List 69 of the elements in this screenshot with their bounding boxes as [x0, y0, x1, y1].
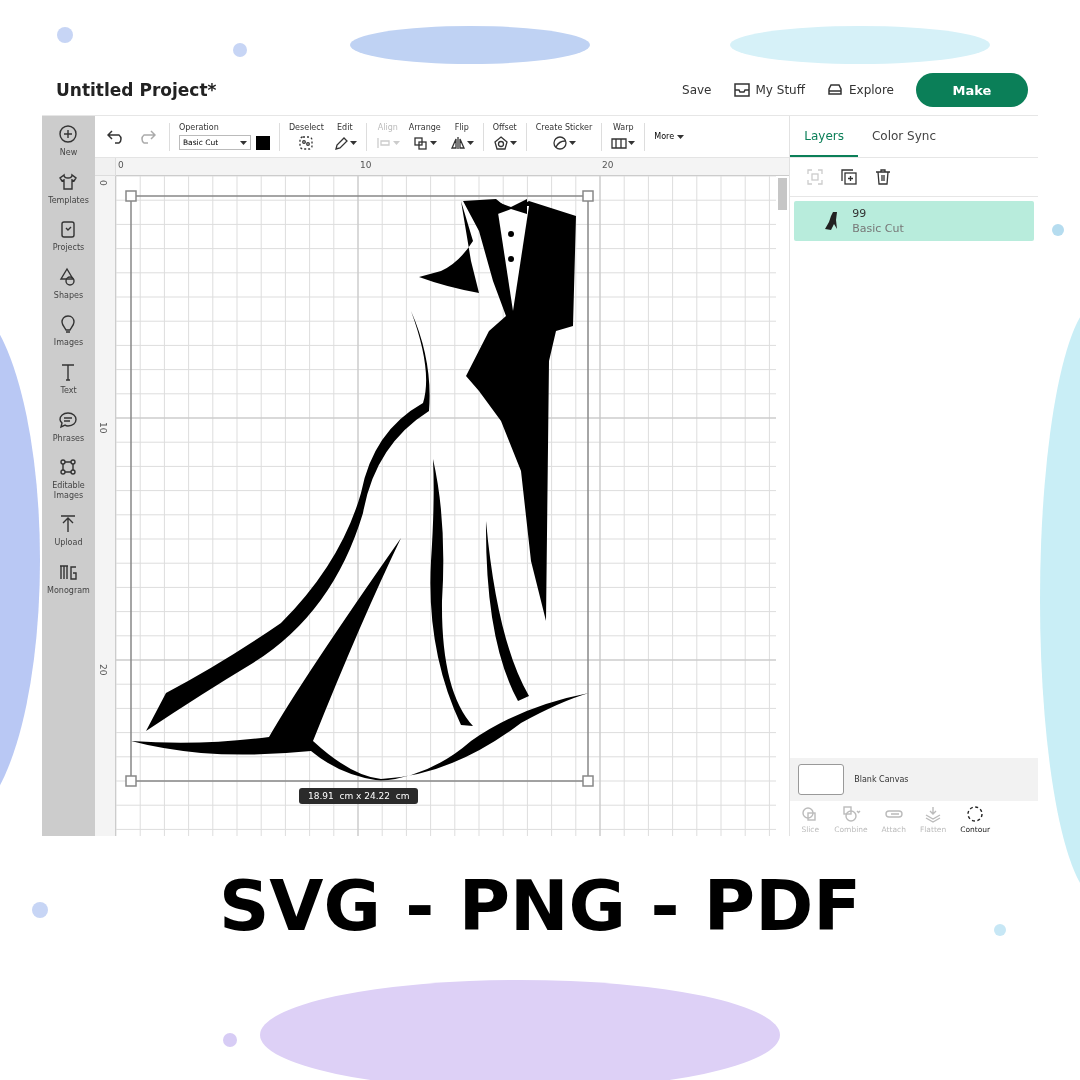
- sidebar-item[interactable]: Text: [42, 361, 95, 396]
- bubble-dot: [32, 902, 48, 918]
- duplicate-icon[interactable]: [840, 168, 859, 186]
- bubble-dot: [223, 1033, 237, 1047]
- caret-icon: [349, 141, 357, 145]
- caret-icon: [677, 135, 685, 139]
- undo-icon[interactable]: [106, 129, 125, 144]
- bubble-dot: [57, 27, 73, 43]
- bubble-dot: [994, 924, 1006, 936]
- sidebar-item[interactable]: Templates: [42, 171, 95, 206]
- project-title: Untitled Project*: [56, 80, 217, 100]
- inbox-icon: [733, 83, 750, 97]
- bubble-dot: [233, 43, 247, 57]
- header-link[interactable]: My Stuff: [733, 83, 805, 97]
- toolbar-button[interactable]: Offset: [492, 123, 517, 150]
- caret-icon: [239, 140, 247, 145]
- toolbar-button[interactable]: Arrange: [408, 123, 441, 150]
- toolbar-button[interactable]: Warp: [611, 123, 636, 150]
- toolbar-button[interactable]: Flip: [449, 123, 474, 150]
- header-link[interactable]: Explore: [826, 83, 894, 97]
- layer-name: 99: [852, 207, 868, 220]
- sidebar-item[interactable]: Shapes: [42, 266, 95, 301]
- caret-icon: [392, 141, 400, 145]
- shirt-icon: [58, 171, 79, 192]
- bubble-icon: [58, 409, 79, 430]
- blank-canvas-thumbnail[interactable]: [798, 764, 845, 795]
- vertical-ruler: 0 10 20: [94, 176, 116, 836]
- blank-canvas-label: Blank Canvas: [854, 775, 909, 784]
- dimensions-tooltip: 18.91 cm x 24.22 cm: [298, 788, 419, 804]
- sidebar-item[interactable]: Upload: [42, 514, 95, 548]
- caret-icon: [429, 141, 437, 145]
- sidebar-item[interactable]: Editable Images: [42, 457, 95, 501]
- caret-icon: [466, 141, 474, 145]
- deselect-icon: [298, 136, 315, 150]
- vertical-scrollbar[interactable]: [778, 178, 788, 210]
- make-button[interactable]: Make: [916, 73, 1028, 107]
- align-icon: [375, 136, 392, 150]
- sidebar-item[interactable]: Monogram: [42, 561, 95, 596]
- offset-icon: [492, 136, 509, 150]
- toolbar-button[interactable]: Edit: [332, 123, 357, 150]
- caret-icon: [628, 141, 636, 145]
- flip-icon: [449, 136, 466, 150]
- sidebar-item[interactable]: New: [42, 124, 95, 158]
- warp-icon: [611, 136, 628, 150]
- toolbar-button[interactable]: Create Sticker: [535, 123, 593, 150]
- operation-label: Operation: [178, 123, 220, 132]
- layer-operation: Basic Cut: [852, 222, 904, 235]
- toolbar-button[interactable]: Deselect: [288, 123, 324, 150]
- sidebar-item[interactable]: Images: [42, 314, 95, 348]
- color-swatch[interactable]: [255, 135, 270, 150]
- contour-icon: [965, 805, 986, 823]
- pencil-icon: [332, 136, 349, 150]
- sidebar-item[interactable]: Phrases: [42, 409, 95, 444]
- header-link[interactable]: Save: [682, 83, 712, 97]
- arrange-icon: [412, 136, 429, 150]
- sidebar-item[interactable]: Projects: [42, 219, 95, 253]
- sticker-icon: [552, 136, 568, 150]
- combine-icon: [840, 805, 861, 823]
- caret-icon: [509, 141, 517, 145]
- more-menu-button[interactable]: More: [654, 132, 685, 141]
- panel-tab[interactable]: Layers: [790, 116, 858, 157]
- panel-tab[interactable]: Color Sync: [857, 116, 951, 157]
- horizontal-ruler: 0 10 20: [115, 158, 790, 176]
- layer-row[interactable]: 99 Basic Cut: [794, 201, 1034, 241]
- caret-icon: [569, 141, 576, 145]
- nodes-icon: [58, 457, 79, 478]
- trash-icon[interactable]: [874, 168, 893, 186]
- bubble-dot: [1052, 224, 1064, 236]
- plus-icon: [58, 124, 79, 144]
